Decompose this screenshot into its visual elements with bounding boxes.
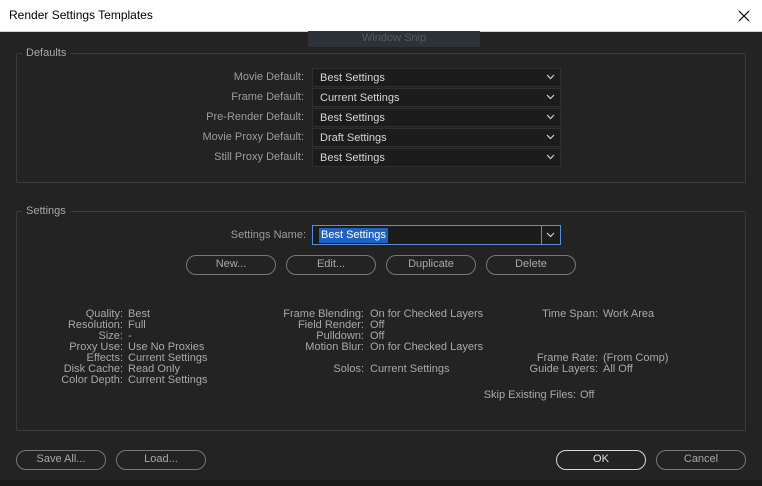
- ok-button[interactable]: OK: [556, 450, 646, 470]
- guide-layers-label: Guide Layers:: [529, 363, 598, 375]
- movie-default-value: Best Settings: [320, 72, 385, 84]
- window-title: Render Settings Templates: [9, 8, 153, 22]
- frame-default-dropdown[interactable]: Current Settings: [312, 88, 561, 107]
- chevron-down-icon: [546, 134, 555, 140]
- edit-button-label: Edit...: [316, 258, 346, 270]
- time-span-label: Time Span:: [542, 308, 598, 320]
- time-span-value: Work Area: [603, 308, 655, 320]
- edit-button[interactable]: Edit...: [286, 255, 376, 275]
- duplicate-button[interactable]: Duplicate: [386, 255, 476, 275]
- close-icon: [738, 10, 750, 21]
- settings-group-label: Settings: [22, 205, 70, 217]
- save-all-button[interactable]: Save All...: [16, 450, 106, 470]
- skip-existing-files-label: Skip Existing Files:: [483, 389, 576, 401]
- frame-default-label: Frame Default:: [231, 91, 304, 103]
- ok-button-label: OK: [593, 453, 609, 465]
- pre-render-default-dropdown[interactable]: Best Settings: [312, 108, 561, 127]
- motion-blur-label: Motion Blur:: [305, 341, 364, 353]
- still-proxy-default-label: Still Proxy Default:: [214, 151, 304, 163]
- chevron-down-icon: [546, 94, 555, 100]
- defaults-group-label: Defaults: [22, 47, 71, 59]
- chevron-down-icon: [546, 74, 555, 80]
- background-window-label: Window Snip: [308, 31, 480, 47]
- pre-render-default-value: Best Settings: [320, 112, 385, 124]
- movie-default-dropdown[interactable]: Best Settings: [312, 68, 561, 87]
- movie-proxy-default-value: Draft Settings: [320, 132, 387, 144]
- load-button-label: Load...: [144, 453, 178, 465]
- title-bar: Render Settings Templates: [0, 0, 762, 32]
- skip-existing-files-value: Off: [580, 389, 595, 401]
- motion-blur-value: On for Checked Layers: [370, 341, 484, 353]
- new-button[interactable]: New...: [186, 255, 276, 275]
- settings-name-dropdown-button[interactable]: [541, 226, 560, 244]
- cancel-button[interactable]: Cancel: [656, 450, 746, 470]
- settings-name-value[interactable]: Best Settings: [319, 228, 388, 243]
- movie-proxy-default-dropdown[interactable]: Draft Settings: [312, 128, 561, 147]
- solos-label: Solos:: [333, 363, 364, 375]
- delete-button-label: Delete: [515, 258, 547, 270]
- bottom-edge: [0, 480, 762, 486]
- still-proxy-default-dropdown[interactable]: Best Settings: [312, 148, 561, 167]
- settings-name-combobox[interactable]: Best Settings: [312, 225, 561, 245]
- frame-blending-value: On for Checked Layers: [370, 308, 484, 320]
- still-proxy-default-value: Best Settings: [320, 152, 385, 164]
- cancel-button-label: Cancel: [683, 453, 719, 465]
- new-button-label: New...: [215, 258, 247, 270]
- settings-name-label: Settings Name:: [230, 229, 306, 241]
- frame-default-value: Current Settings: [320, 92, 400, 104]
- movie-default-label: Movie Default:: [233, 71, 304, 83]
- color-depth-label: Color Depth:: [61, 374, 123, 386]
- pre-render-default-label: Pre-Render Default:: [206, 111, 304, 123]
- chevron-down-icon: [546, 154, 555, 160]
- delete-button[interactable]: Delete: [486, 255, 576, 275]
- load-button[interactable]: Load...: [116, 450, 206, 470]
- duplicate-button-label: Duplicate: [408, 258, 454, 270]
- chevron-down-icon: [546, 232, 555, 238]
- save-all-button-label: Save All...: [36, 453, 86, 465]
- movie-proxy-default-label: Movie Proxy Default:: [202, 131, 304, 143]
- color-depth-value: Current Settings: [128, 374, 208, 386]
- chevron-down-icon: [546, 114, 555, 120]
- guide-layers-value: All Off: [603, 363, 633, 375]
- solos-value: Current Settings: [370, 363, 450, 375]
- close-button[interactable]: [726, 0, 762, 31]
